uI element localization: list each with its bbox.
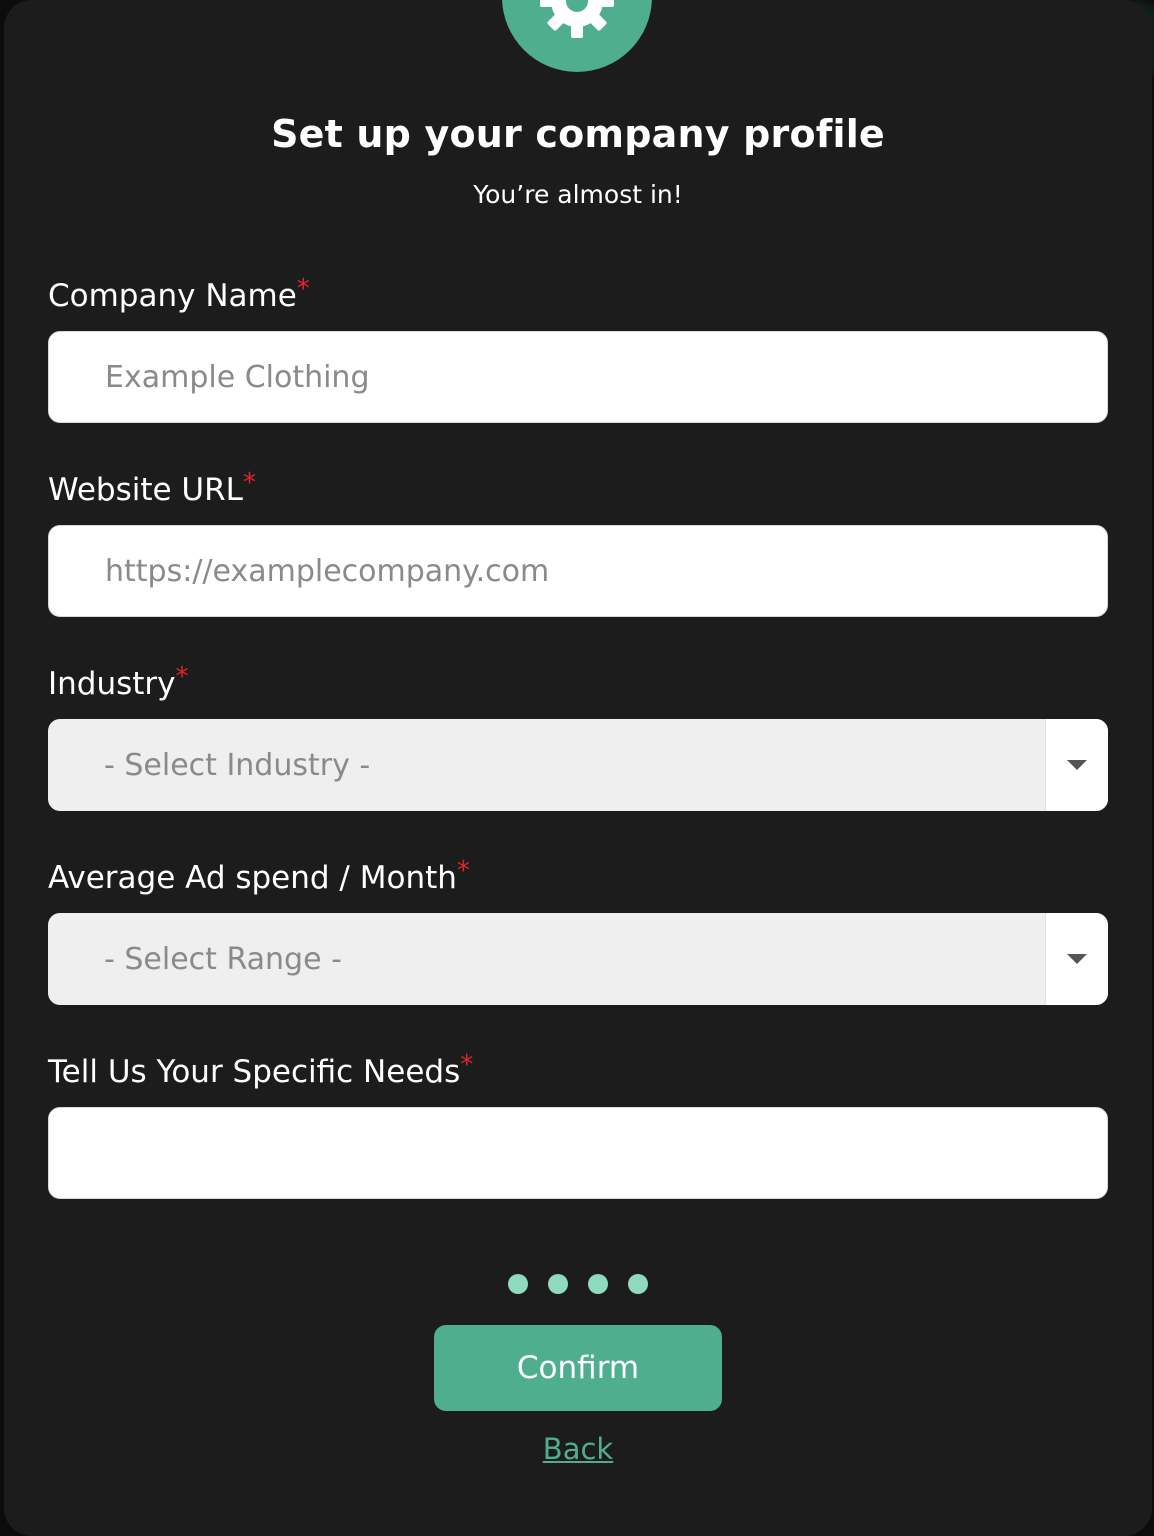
confirm-button[interactable]: Confirm [434, 1325, 722, 1411]
required-asterisk: * [175, 662, 189, 692]
required-asterisk: * [296, 274, 310, 304]
industry-label: Industry* [48, 662, 189, 702]
industry-select-value: - Select Industry - [104, 747, 371, 783]
website-url-label-text: Website URL [48, 472, 243, 508]
ad-spend-select-toggle[interactable] [1045, 913, 1108, 1005]
company-name-label-text: Company Name [48, 278, 297, 314]
ad-spend-select-value: - Select Range - [104, 941, 342, 977]
chevron-down-icon [1067, 954, 1087, 964]
step-dot [588, 1274, 608, 1294]
modal-subtitle: You’re almost in! [473, 180, 683, 209]
gear-badge [502, 0, 652, 72]
industry-select-toggle[interactable] [1045, 719, 1108, 811]
required-asterisk: * [456, 856, 470, 886]
step-dot [548, 1274, 568, 1294]
needs-label: Tell Us Your Specific Needs* [48, 1050, 473, 1090]
back-link-text[interactable]: Back [543, 1432, 613, 1466]
back-link[interactable]: Back [4, 1432, 1152, 1466]
company-name-label: Company Name* [48, 274, 310, 314]
website-url-input[interactable] [48, 525, 1108, 617]
step-dot [508, 1274, 528, 1294]
ad-spend-label-text: Average Ad spend / Month [48, 860, 457, 896]
modal-title: Set up your company profile [271, 112, 885, 156]
needs-label-text: Tell Us Your Specific Needs [48, 1054, 461, 1090]
needs-input[interactable] [48, 1107, 1108, 1199]
gear-icon [540, 0, 614, 38]
ad-spend-select[interactable]: - Select Range - [48, 913, 1108, 1005]
chevron-down-icon [1067, 760, 1087, 770]
industry-select[interactable]: - Select Industry - [48, 719, 1108, 811]
step-dot [628, 1274, 648, 1294]
step-indicator [4, 1274, 1152, 1294]
ad-spend-label: Average Ad spend / Month* [48, 856, 470, 896]
website-url-label: Website URL* [48, 468, 256, 508]
company-name-input[interactable] [48, 331, 1108, 423]
required-asterisk: * [242, 468, 256, 498]
required-asterisk: * [460, 1050, 474, 1080]
company-profile-modal: Set up your company profile You’re almos… [4, 0, 1152, 1536]
industry-label-text: Industry [48, 666, 176, 702]
